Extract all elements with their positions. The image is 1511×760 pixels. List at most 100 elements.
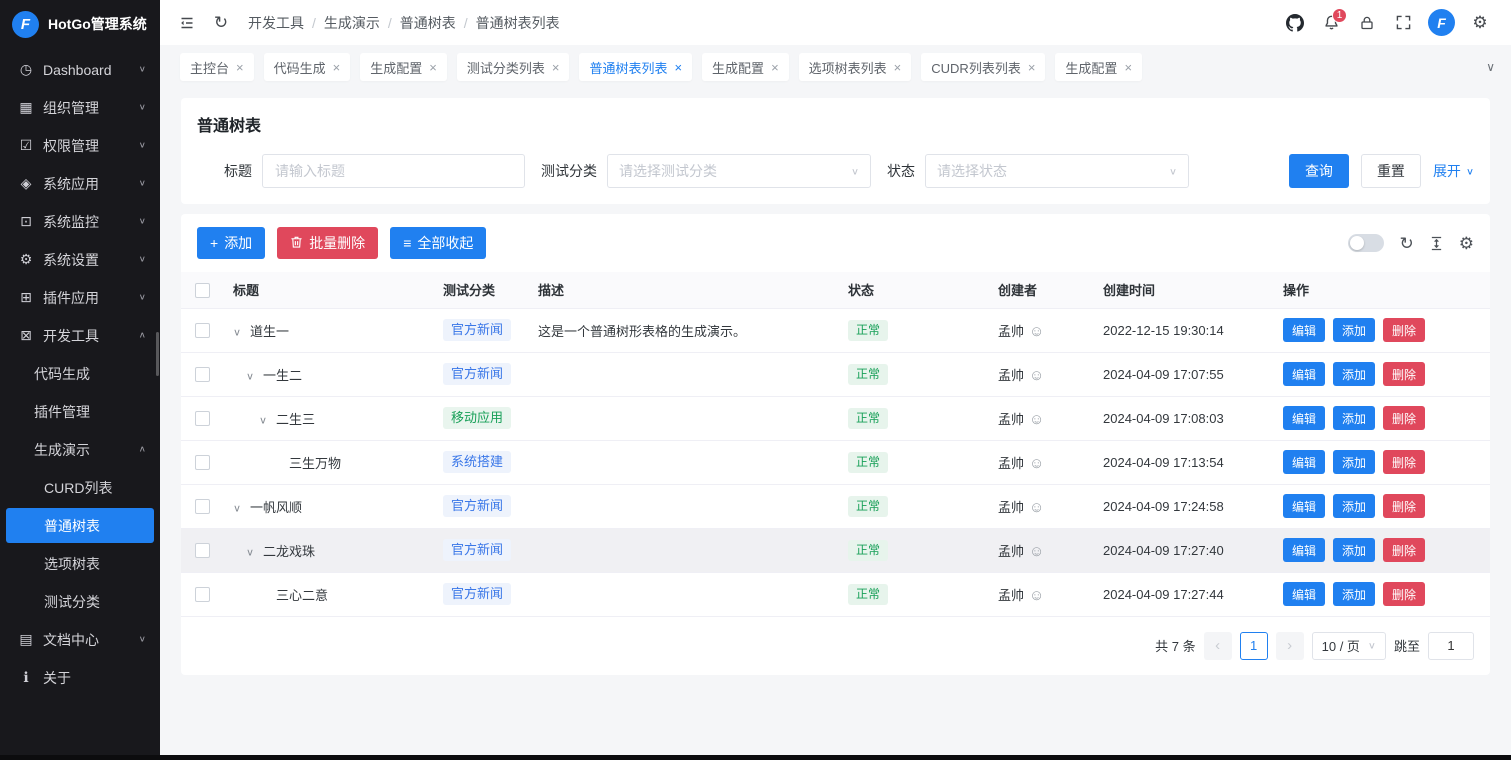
tab-close-icon[interactable]: × <box>429 60 437 75</box>
row-checkbox[interactable] <box>195 455 210 470</box>
select-all-checkbox[interactable] <box>195 283 210 298</box>
tab-close-icon[interactable]: × <box>894 60 902 75</box>
tab-options-chevron-icon[interactable]: ∨ <box>1486 60 1495 74</box>
add-row-button[interactable]: 添加 <box>1333 494 1375 518</box>
sidebar-item-gen-demo[interactable]: 生成演示∧ <box>0 432 160 467</box>
sidebar-item-test-category[interactable]: 测试分类 <box>0 584 160 619</box>
user-avatar[interactable]: F <box>1428 9 1455 36</box>
sidebar-item-organization[interactable]: ▦组织管理∨ <box>0 90 160 125</box>
app-logo[interactable]: F HotGo管理系统 <box>0 0 160 48</box>
breadcrumb-item[interactable]: 生成演示 <box>324 13 380 33</box>
row-checkbox[interactable] <box>195 543 210 558</box>
sidebar-item-dashboard[interactable]: ◷Dashboard∨ <box>0 52 160 87</box>
row-checkbox[interactable] <box>195 367 210 382</box>
tab-close-icon[interactable]: × <box>771 60 779 75</box>
next-page-button[interactable]: › <box>1276 632 1304 660</box>
row-checkbox[interactable] <box>195 411 210 426</box>
sidebar-item-system-monitor[interactable]: ⊡系统监控∨ <box>0 204 160 239</box>
sidebar-item-doc-center[interactable]: ▤文档中心∨ <box>0 622 160 657</box>
sidebar-item-plugin-app[interactable]: ⊞插件应用∨ <box>0 280 160 315</box>
tab-close-icon[interactable]: × <box>1028 60 1036 75</box>
tab-普通树表列表[interactable]: 普通树表列表× <box>579 53 692 81</box>
tab-close-icon[interactable]: × <box>333 60 341 75</box>
settings-gear-icon[interactable]: ⚙ <box>1465 8 1495 38</box>
row-expand-chevron-icon[interactable]: ∨ <box>246 546 263 558</box>
add-row-button[interactable]: 添加 <box>1333 318 1375 342</box>
delete-button[interactable]: 删除 <box>1383 450 1425 474</box>
row-checkbox[interactable] <box>195 323 210 338</box>
tab-close-icon[interactable]: × <box>674 60 682 75</box>
tab-代码生成[interactable]: 代码生成× <box>264 53 351 81</box>
add-row-button[interactable]: 添加 <box>1333 406 1375 430</box>
edit-button[interactable]: 编辑 <box>1283 406 1325 430</box>
delete-button[interactable]: 删除 <box>1383 318 1425 342</box>
add-row-button[interactable]: 添加 <box>1333 582 1375 606</box>
sidebar-item-option-tree[interactable]: 选项树表 <box>0 546 160 581</box>
delete-button[interactable]: 删除 <box>1383 362 1425 386</box>
edit-button[interactable]: 编辑 <box>1283 318 1325 342</box>
delete-button[interactable]: 删除 <box>1383 494 1425 518</box>
batch-delete-button[interactable]: 批量删除 <box>277 227 378 259</box>
row-expand-chevron-icon[interactable]: ∨ <box>246 370 263 382</box>
sidebar-item-about[interactable]: ℹ关于 <box>0 660 160 695</box>
tab-close-icon[interactable]: × <box>236 60 244 75</box>
row-expand-chevron-icon[interactable]: ∨ <box>233 326 250 338</box>
edit-button[interactable]: 编辑 <box>1283 582 1325 606</box>
breadcrumb-item[interactable]: 普通树表列表 <box>476 13 560 33</box>
refresh-table-icon[interactable]: ↻ <box>1400 235 1414 252</box>
breadcrumb-item[interactable]: 开发工具 <box>248 13 304 33</box>
edit-button[interactable]: 编辑 <box>1283 450 1325 474</box>
title-filter-input[interactable] <box>262 154 525 188</box>
tab-CUDR列表列表[interactable]: CUDR列表列表× <box>921 53 1045 81</box>
reload-page-icon[interactable]: ↻ <box>206 8 236 38</box>
delete-button[interactable]: 删除 <box>1383 406 1425 430</box>
edit-button[interactable]: 编辑 <box>1283 362 1325 386</box>
row-height-icon[interactable] <box>1430 236 1443 251</box>
edit-button[interactable]: 编辑 <box>1283 494 1325 518</box>
search-button[interactable]: 查询 <box>1289 154 1349 188</box>
tab-选项树表列表[interactable]: 选项树表列表× <box>799 53 912 81</box>
tab-close-icon[interactable]: × <box>1124 60 1132 75</box>
add-button[interactable]: + 添加 <box>197 227 265 259</box>
sidebar-item-permission[interactable]: ☑权限管理∨ <box>0 128 160 163</box>
toggle-switch[interactable] <box>1348 234 1384 252</box>
lock-screen-icon[interactable] <box>1352 8 1382 38</box>
page-number-button[interactable]: 1 <box>1240 632 1268 660</box>
sidebar-item-system-app[interactable]: ◈系统应用∨ <box>0 166 160 201</box>
fullscreen-icon[interactable] <box>1388 8 1418 38</box>
reset-button[interactable]: 重置 <box>1361 154 1421 188</box>
add-row-button[interactable]: 添加 <box>1333 450 1375 474</box>
notification-bell-icon[interactable]: 1 <box>1316 8 1346 38</box>
collapse-all-button[interactable]: ≡ 全部收起 <box>390 227 486 259</box>
expand-filters-link[interactable]: 展开 ∨ <box>1433 161 1474 181</box>
edit-button[interactable]: 编辑 <box>1283 538 1325 562</box>
sidebar-item-code-gen[interactable]: 代码生成 <box>0 356 160 391</box>
prev-page-button[interactable]: ‹ <box>1204 632 1232 660</box>
add-row-button[interactable]: 添加 <box>1333 362 1375 386</box>
sidebar-item-dev-tools[interactable]: ⊠开发工具∧ <box>0 318 160 353</box>
status-filter-select[interactable]: 请选择状态 ∨ <box>925 154 1189 188</box>
tab-生成配置[interactable]: 生成配置× <box>702 53 789 81</box>
row-expand-chevron-icon[interactable]: ∨ <box>233 502 250 514</box>
jump-page-input[interactable] <box>1428 632 1474 660</box>
collapse-sidebar-icon[interactable] <box>172 8 202 38</box>
row-checkbox[interactable] <box>195 587 210 602</box>
add-row-button[interactable]: 添加 <box>1333 538 1375 562</box>
delete-button[interactable]: 删除 <box>1383 582 1425 606</box>
sidebar-item-curd-list[interactable]: CURD列表 <box>0 470 160 505</box>
tab-测试分类列表[interactable]: 测试分类列表× <box>457 53 570 81</box>
tab-主控台[interactable]: 主控台× <box>180 53 254 81</box>
row-checkbox[interactable] <box>195 499 210 514</box>
sidebar-item-system-setting[interactable]: ⚙系统设置∨ <box>0 242 160 277</box>
row-expand-chevron-icon[interactable]: ∨ <box>259 414 276 426</box>
sidebar-item-normal-tree[interactable]: 普通树表 <box>6 508 154 543</box>
github-icon[interactable] <box>1280 8 1310 38</box>
tab-生成配置[interactable]: 生成配置× <box>360 53 447 81</box>
column-settings-icon[interactable]: ⚙ <box>1459 235 1474 252</box>
page-size-select[interactable]: 10 / 页 ∨ <box>1312 632 1386 660</box>
tab-close-icon[interactable]: × <box>552 60 560 75</box>
breadcrumb-item[interactable]: 普通树表 <box>400 13 456 33</box>
sidebar-item-plugin-manage[interactable]: 插件管理 <box>0 394 160 429</box>
delete-button[interactable]: 删除 <box>1383 538 1425 562</box>
category-filter-select[interactable]: 请选择测试分类 ∨ <box>607 154 871 188</box>
